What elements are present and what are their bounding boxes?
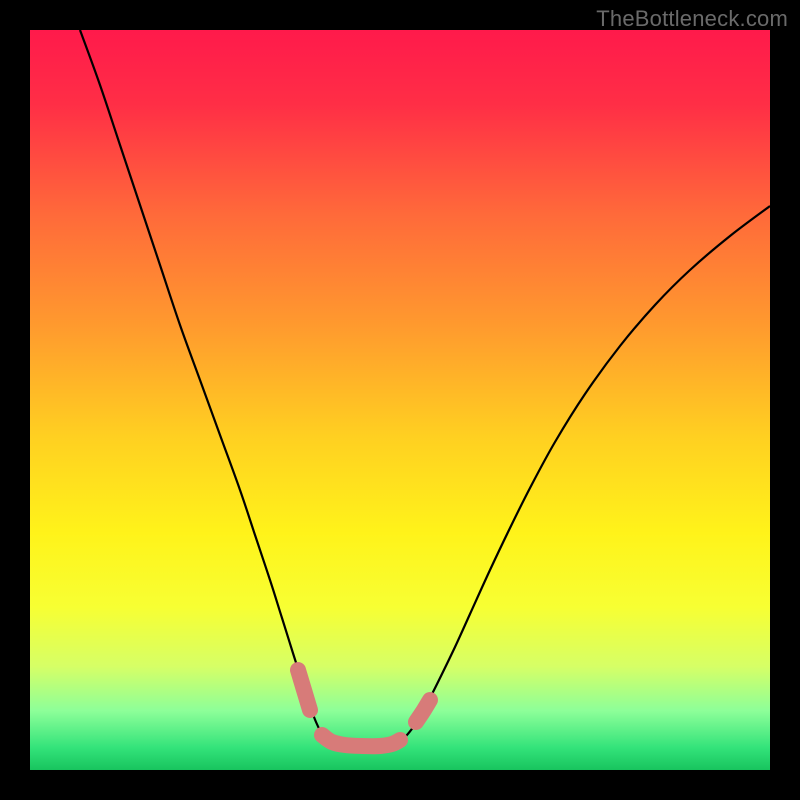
highlight-segment xyxy=(298,670,310,710)
highlight-segment xyxy=(322,735,400,746)
chart-frame xyxy=(30,30,770,770)
bottleneck-plot xyxy=(30,30,770,770)
watermark-text: TheBottleneck.com xyxy=(596,6,788,32)
highlight-markers xyxy=(298,670,430,746)
bottleneck-curve xyxy=(80,30,770,746)
highlight-segment xyxy=(416,700,430,722)
